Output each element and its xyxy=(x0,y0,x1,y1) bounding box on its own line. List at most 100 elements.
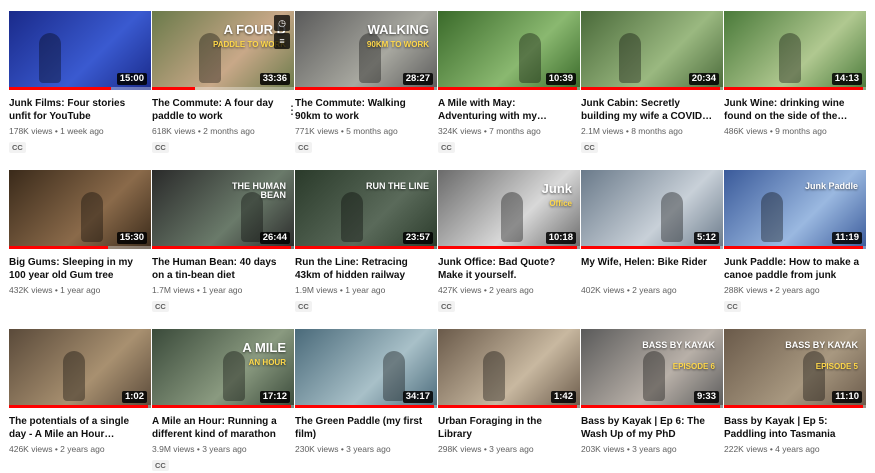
upload-age: 7 months ago xyxy=(489,126,541,136)
video-title[interactable]: Junk Paddle: How to make a canoe paddle … xyxy=(724,256,866,282)
hover-actions: ◷ ≡ xyxy=(274,15,290,49)
video-card[interactable]: A FOUR D PADDLE TO WORK ◷ ≡ 33:36 The Commute… xyxy=(152,11,298,155)
video-card[interactable]: A MILE AN HOUR 17:12 A Mile an Hour: Runnin… xyxy=(152,329,294,473)
video-card[interactable]: BASS BY KAYAK EPISODE 5 11:10 Bass by Kayak… xyxy=(724,329,866,455)
upload-age: 9 months ago xyxy=(775,126,827,136)
video-card[interactable]: 20:34 Junk Cabin: Secretly building my wi… xyxy=(581,11,723,155)
video-thumbnail[interactable]: 1:02 xyxy=(9,329,151,408)
video-thumbnail[interactable]: 15:30 xyxy=(9,170,151,249)
duration-badge: 11:19 xyxy=(832,232,862,244)
thumbnail-figure xyxy=(501,192,523,242)
thumbnail-figure xyxy=(39,33,61,83)
video-title[interactable]: The potentials of a single day - A Mile … xyxy=(9,415,151,441)
video-meta: 426K views • 2 years ago xyxy=(9,444,151,455)
closed-captions-badge: CC xyxy=(438,301,455,312)
view-count: 771K views xyxy=(295,126,339,136)
video-thumbnail[interactable]: RUN THE LINE 23:57 xyxy=(295,170,437,249)
video-thumbnail[interactable]: Junk Paddle 11:19 xyxy=(724,170,866,249)
video-title[interactable]: The Green Paddle (my first film) xyxy=(295,415,437,441)
video-title[interactable]: Junk Films: Four stories unfit for YouTu… xyxy=(9,97,151,123)
video-card[interactable]: 1:42 Urban Foraging in the Library 298K vi… xyxy=(438,329,580,455)
video-title[interactable]: Junk Cabin: Secretly building my wife a … xyxy=(581,97,723,123)
watch-progress-bar xyxy=(152,87,195,90)
view-count: 203K views xyxy=(581,444,625,454)
duration-badge: 1:42 xyxy=(550,391,576,403)
video-thumbnail[interactable]: Junk Office 10:18 xyxy=(438,170,580,249)
clock-icon[interactable]: ◷ xyxy=(274,15,290,31)
video-card[interactable]: 5:12 My Wife, Helen: Bike Rider 402K views… xyxy=(581,170,723,296)
video-card[interactable]: 10:39 A Mile with May: Adventuring with m… xyxy=(438,11,580,155)
video-thumbnail[interactable]: 1:42 xyxy=(438,329,580,408)
video-thumbnail[interactable]: 20:34 xyxy=(581,11,723,90)
video-title[interactable]: Urban Foraging in the Library xyxy=(438,415,580,441)
video-card[interactable]: 14:13 Junk Wine: drinking wine found on t… xyxy=(724,11,866,137)
video-title[interactable]: The Commute: A four day paddle to work xyxy=(152,97,294,123)
video-title[interactable]: Junk Office: Bad Quote? Make it yourself… xyxy=(438,256,580,282)
upload-age: 1 year ago xyxy=(202,285,243,295)
duration-badge: 33:36 xyxy=(259,73,290,85)
thumbnail-subtitle-text: Office xyxy=(549,199,572,208)
view-count: 230K views xyxy=(295,444,339,454)
watch-progress-bar xyxy=(152,246,292,249)
video-meta: 3.9M views • 3 years ago xyxy=(152,444,294,455)
video-card[interactable]: 15:00 Junk Films: Four stories unfit for … xyxy=(9,11,151,155)
video-card[interactable]: RUN THE LINE 23:57 Run the Line: Retracing… xyxy=(295,170,437,314)
thumbnail-figure xyxy=(81,192,103,242)
thumbnail-title-text: BASS BY KAYAK xyxy=(642,340,715,350)
video-card[interactable]: Junk Paddle 11:19 Junk Paddle: How to make… xyxy=(724,170,866,314)
view-count: 178K views xyxy=(9,126,53,136)
upload-age: 3 years ago xyxy=(202,444,247,454)
video-card[interactable]: 1:02 The potentials of a single day - A M… xyxy=(9,329,151,455)
view-count: 3.9M views xyxy=(152,444,195,454)
video-card[interactable]: THE HUMAN BEAN 26:44 The Human Bean: 40 da… xyxy=(152,170,294,314)
video-thumbnail[interactable]: 34:17 xyxy=(295,329,437,408)
video-meta: 230K views • 3 years ago xyxy=(295,444,437,455)
queue-icon[interactable]: ≡ xyxy=(274,33,290,49)
video-thumbnail[interactable]: A FOUR D PADDLE TO WORK ◷ ≡ 33:36 xyxy=(152,11,294,90)
thumbnail-figure xyxy=(779,33,801,83)
watch-progress-bar xyxy=(581,405,721,408)
video-thumbnail[interactable]: WALKING 90KM TO WORK 28:27 xyxy=(295,11,437,90)
video-thumbnail[interactable]: 5:12 xyxy=(581,170,723,249)
upload-age: 3 years ago xyxy=(489,444,534,454)
video-thumbnail[interactable]: 15:00 xyxy=(9,11,151,90)
video-meta: 298K views • 3 years ago xyxy=(438,444,580,455)
video-title[interactable]: A Mile an Hour: Running a different kind… xyxy=(152,415,294,441)
thumbnail-figure xyxy=(661,192,683,242)
video-meta: 618K views • 2 months ago xyxy=(152,126,294,137)
video-card[interactable]: WALKING 90KM TO WORK 28:27 The Commute: Wal… xyxy=(295,11,437,155)
more-options-icon[interactable]: ⋮ xyxy=(286,104,298,118)
video-meta: 1.7M views • 1 year ago xyxy=(152,285,294,296)
video-thumbnail[interactable]: BASS BY KAYAK EPISODE 5 11:10 xyxy=(724,329,866,408)
video-title[interactable]: Junk Wine: drinking wine found on the si… xyxy=(724,97,866,123)
video-title[interactable]: The Human Bean: 40 days on a tin-bean di… xyxy=(152,256,294,282)
video-title[interactable]: A Mile with May: Adventuring with my… xyxy=(438,97,580,123)
video-card[interactable]: Junk Office 10:18 Junk Office: Bad Quote? M… xyxy=(438,170,580,314)
video-grid: 15:00 Junk Films: Four stories unfit for … xyxy=(0,0,875,471)
upload-age: 1 week ago xyxy=(60,126,104,136)
upload-age: 3 years ago xyxy=(346,444,391,454)
thumbnail-title-text: A MILE xyxy=(242,340,286,355)
video-title[interactable]: Big Gums: Sleeping in my 100 year old Gu… xyxy=(9,256,151,282)
video-title[interactable]: Bass by Kayak | Ep 6: The Wash Up of my … xyxy=(581,415,723,441)
video-thumbnail[interactable]: 14:13 xyxy=(724,11,866,90)
video-thumbnail[interactable]: THE HUMAN BEAN 26:44 xyxy=(152,170,294,249)
upload-age: 4 years ago xyxy=(775,444,820,454)
video-title[interactable]: My Wife, Helen: Bike Rider xyxy=(581,256,723,282)
video-title[interactable]: Bass by Kayak | Ep 5: Paddling into Tasm… xyxy=(724,415,866,441)
upload-age: 3 years ago xyxy=(632,444,677,454)
video-card[interactable]: 15:30 Big Gums: Sleeping in my 100 year o… xyxy=(9,170,151,296)
video-thumbnail[interactable]: A MILE AN HOUR 17:12 xyxy=(152,329,294,408)
video-thumbnail[interactable]: 10:39 xyxy=(438,11,580,90)
upload-age: 2 years ago xyxy=(632,285,677,295)
duration-badge: 15:30 xyxy=(116,232,147,244)
duration-badge: 11:10 xyxy=(832,391,862,403)
video-card[interactable]: 34:17 The Green Paddle (my first film) 230… xyxy=(295,329,437,455)
video-card[interactable]: BASS BY KAYAK EPISODE 6 9:33 Bass by Kayak … xyxy=(581,329,723,455)
watch-progress-bar xyxy=(9,405,149,408)
watch-progress-bar xyxy=(9,246,109,249)
video-title[interactable]: Run the Line: Retracing 43km of hidden r… xyxy=(295,256,437,282)
video-thumbnail[interactable]: BASS BY KAYAK EPISODE 6 9:33 xyxy=(581,329,723,408)
video-title[interactable]: The Commute: Walking 90km to work xyxy=(295,97,437,123)
duration-badge: 28:27 xyxy=(402,73,433,85)
